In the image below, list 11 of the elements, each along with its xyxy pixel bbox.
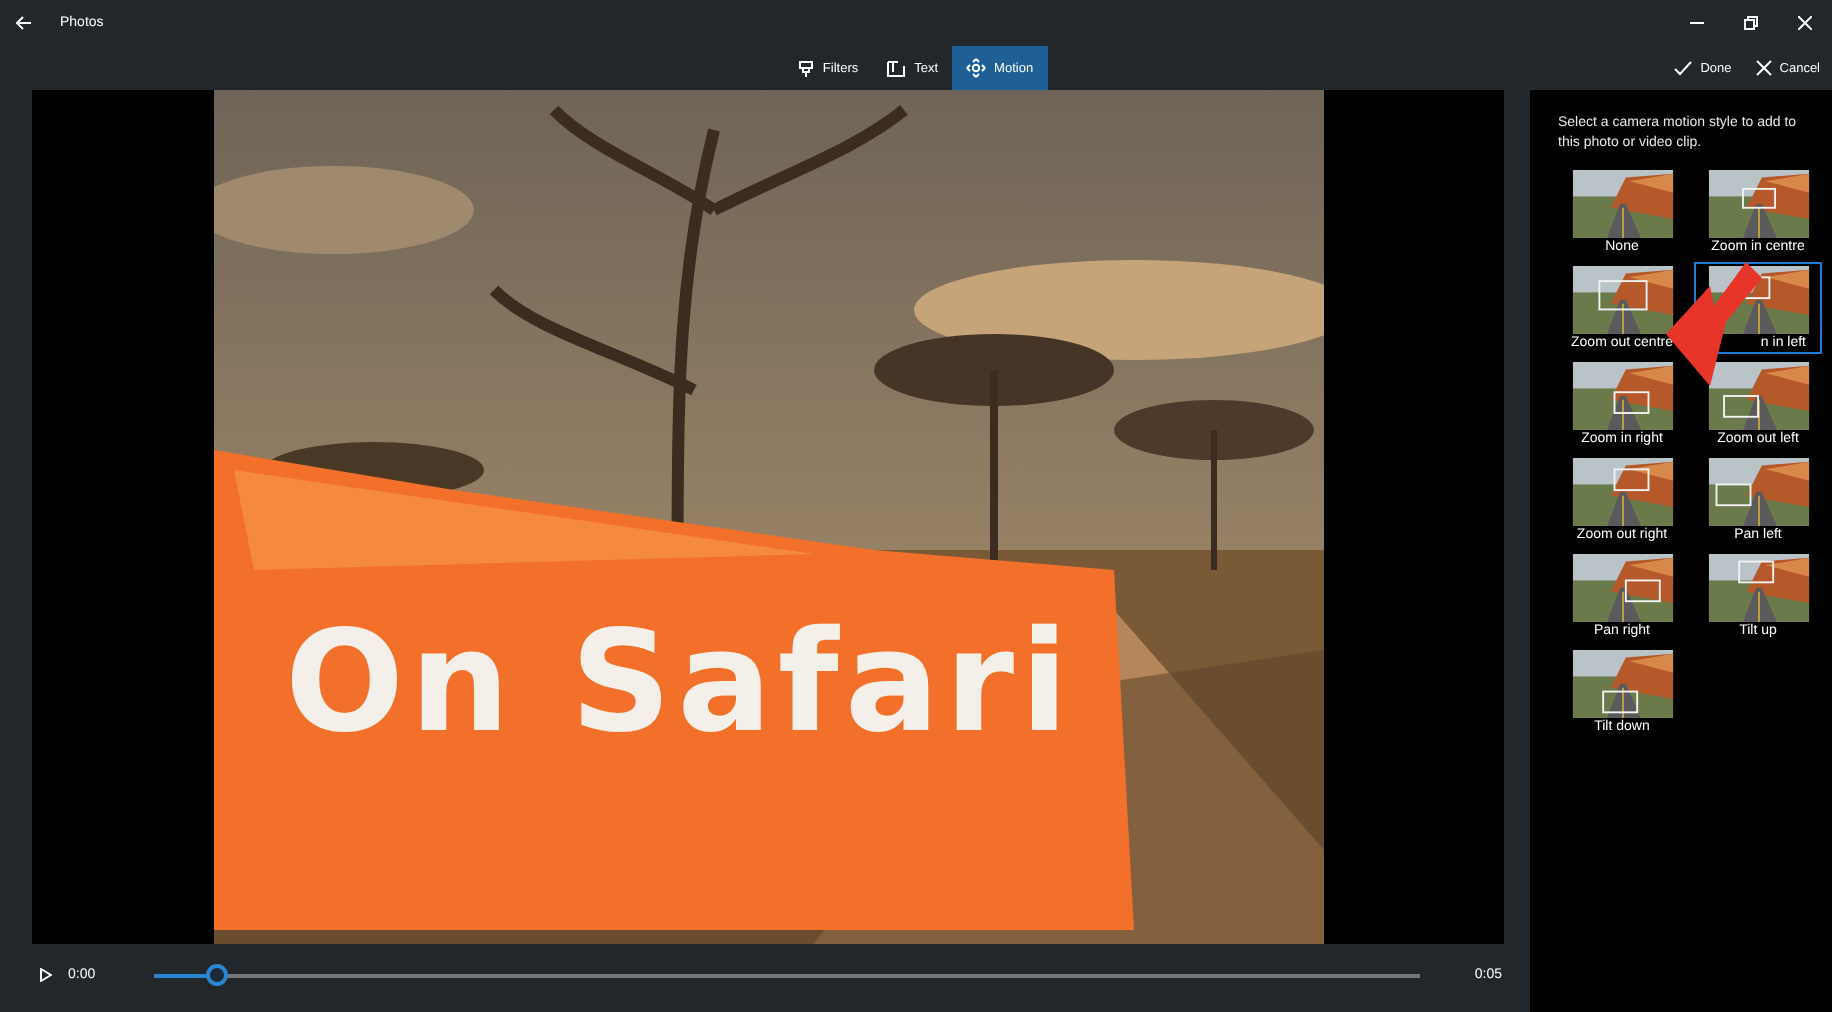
move-icon [966, 58, 987, 78]
close-icon [1755, 60, 1772, 76]
slider-thumb[interactable] [205, 964, 228, 986]
filter-icon [798, 59, 815, 77]
back-arrow-icon[interactable] [16, 16, 32, 30]
close-icon[interactable] [1798, 16, 1812, 30]
play-icon[interactable] [40, 968, 52, 982]
restore-icon[interactable] [1744, 16, 1758, 30]
title-overlay: On Safari [285, 600, 1075, 764]
checkmark-icon [1674, 60, 1693, 76]
text-icon [886, 59, 907, 77]
